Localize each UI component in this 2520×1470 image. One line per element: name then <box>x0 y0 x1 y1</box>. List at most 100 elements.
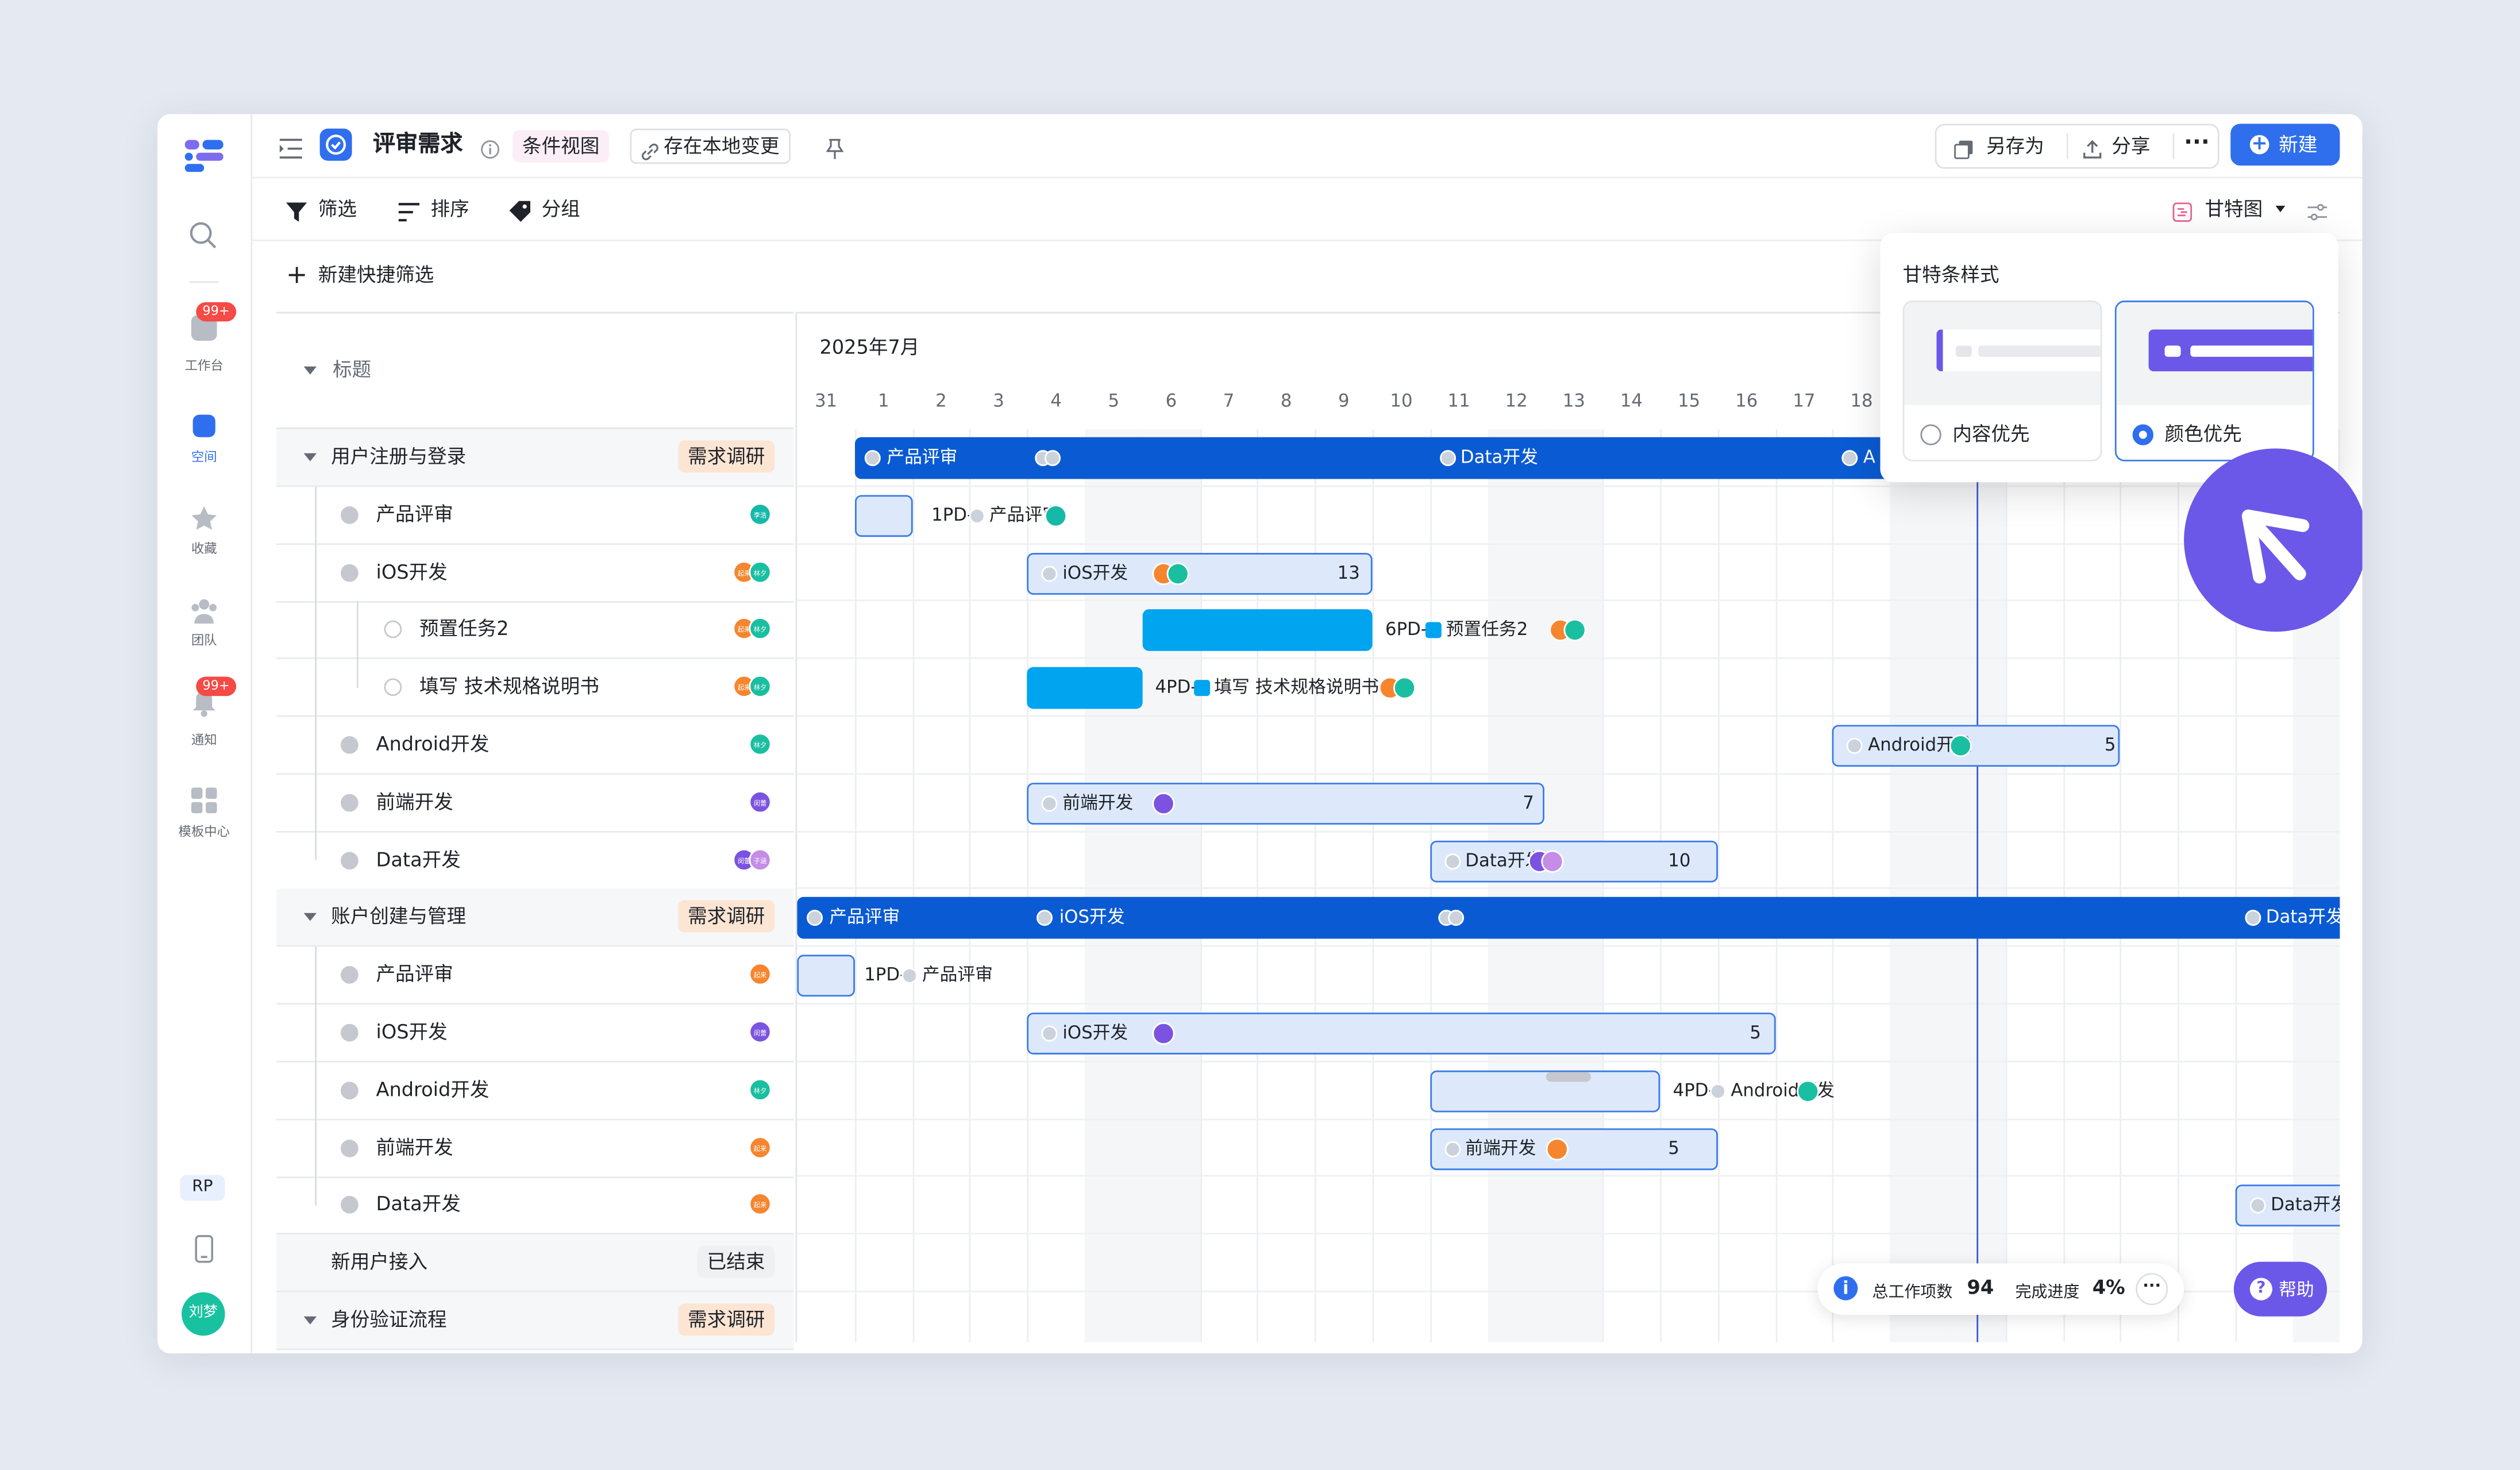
assignee-avatar[interactable]: 林夕 <box>749 560 772 583</box>
more-icon[interactable]: ··· <box>2184 132 2210 159</box>
table-row[interactable]: 产品评审 李浩 <box>276 487 794 545</box>
sort-button[interactable]: 排序 <box>398 193 469 225</box>
assignee-avatar[interactable]: 起来 <box>749 1136 772 1159</box>
table-row[interactable]: iOS开发 闵蕾 <box>276 1005 794 1063</box>
status-tag[interactable]: 需求调研 <box>678 901 775 933</box>
status-dot[interactable] <box>340 794 359 811</box>
table-row[interactable]: 前端开发 闵蕾 <box>276 775 794 833</box>
status-dot[interactable] <box>1710 1083 1726 1099</box>
status-dot[interactable] <box>968 507 985 524</box>
nav-item-workbench[interactable]: 工作台 <box>157 357 251 375</box>
status-dot[interactable] <box>340 851 359 869</box>
info-icon[interactable] <box>480 135 500 159</box>
task-title[interactable]: iOS开发 <box>376 557 447 586</box>
template-icon[interactable] <box>191 787 217 814</box>
task-title[interactable]: 填写 技术规格说明书 <box>419 672 599 701</box>
collapse-icon[interactable] <box>303 1316 317 1325</box>
pin-icon[interactable] <box>826 135 844 159</box>
assignee-avatar[interactable]: 起来 <box>749 1193 772 1216</box>
group-row[interactable]: 新用户接入 已结束 <box>276 1234 794 1293</box>
task-title[interactable]: 前端开发 <box>376 787 453 816</box>
group-button[interactable]: 分组 <box>509 193 580 225</box>
status-tag[interactable]: 需求调研 <box>678 440 775 473</box>
status-tag[interactable]: 需求调研 <box>678 1303 775 1336</box>
group-row[interactable]: 身份验证流程 需求调研 <box>276 1292 794 1350</box>
table-row[interactable]: Data开发 闵蕾 子涵 <box>276 832 794 890</box>
nav-item-templates[interactable]: 模板中心 <box>157 823 251 841</box>
nav-item-favorites[interactable]: 收藏 <box>157 540 251 558</box>
more-icon[interactable]: ··· <box>2136 1273 2168 1306</box>
assignee-avatar[interactable]: 闵蕾 <box>749 1021 772 1044</box>
task-bar[interactable] <box>797 955 855 997</box>
status-dot[interactable] <box>384 678 402 696</box>
status-dot[interactable] <box>901 968 918 984</box>
settings-sliders-icon[interactable] <box>2307 198 2328 221</box>
table-row[interactable]: 前端开发 起来 <box>276 1119 794 1178</box>
app-logo-icon[interactable] <box>184 140 224 172</box>
group-row[interactable]: 账户创建与管理 需求调研 <box>276 889 794 948</box>
nav-item-team[interactable]: 团队 <box>157 632 251 649</box>
content-first-option[interactable]: 内容优先 <box>1902 301 2102 461</box>
mobile-icon[interactable] <box>194 1234 214 1263</box>
task-bar[interactable] <box>1027 667 1143 710</box>
quick-filter-button[interactable]: + 新建快捷筛选 <box>286 259 434 291</box>
search-icon[interactable] <box>190 222 217 249</box>
assignee-avatar[interactable] <box>1151 792 1175 815</box>
assignee-avatar[interactable]: 起来 <box>749 963 772 986</box>
status-tag[interactable]: 已结束 <box>697 1246 775 1279</box>
table-row[interactable]: Android开发 林夕 <box>276 1062 794 1120</box>
group-row[interactable]: 用户注册与登录 需求调研 <box>276 429 794 487</box>
task-title[interactable]: Android开发 <box>376 1075 489 1104</box>
task-title[interactable]: iOS开发 <box>376 1018 447 1046</box>
task-title[interactable]: Data开发 <box>376 1190 460 1219</box>
status-dot[interactable] <box>1041 795 1058 811</box>
status-dot[interactable] <box>340 506 359 524</box>
assignee-avatar[interactable]: 林夕 <box>749 1078 772 1101</box>
status-dot[interactable] <box>340 1081 359 1099</box>
content-first-radio[interactable] <box>1920 424 1941 445</box>
status-dot[interactable] <box>384 621 402 639</box>
column-title-header[interactable]: 标题 <box>333 355 371 383</box>
collapse-all-icon[interactable] <box>303 366 317 375</box>
help-button[interactable]: ? 帮助 <box>2233 1261 2328 1317</box>
task-bar[interactable] <box>1027 1013 1775 1055</box>
assignee-avatar[interactable] <box>1166 561 1189 584</box>
filter-button[interactable]: 筛选 <box>286 193 357 225</box>
status-dot[interactable] <box>864 450 881 467</box>
nav-item-notifications[interactable]: 通知 <box>157 732 251 749</box>
new-button[interactable]: + 新建 <box>2230 124 2340 166</box>
color-first-option[interactable]: 颜色优先 <box>2114 301 2314 461</box>
status-dot[interactable] <box>340 736 359 754</box>
status-dot[interactable] <box>340 1196 359 1214</box>
task-title[interactable]: 产品评审 <box>376 960 453 988</box>
task-bar[interactable] <box>1429 1070 1660 1112</box>
save-as-button[interactable]: 另存为 <box>1954 130 2044 163</box>
summary-bar[interactable] <box>854 437 1948 479</box>
sidebar-toggle-icon[interactable] <box>279 135 302 159</box>
task-title[interactable]: Android开发 <box>376 730 489 759</box>
task-bar[interactable] <box>854 494 912 537</box>
task-title[interactable]: Data开发 <box>376 845 460 873</box>
share-button[interactable]: 分享 <box>2083 130 2150 163</box>
status-dot[interactable] <box>1444 1140 1461 1157</box>
star-icon[interactable] <box>190 505 218 533</box>
assignee-avatar[interactable] <box>1949 734 1972 757</box>
horizontal-scrollbar[interactable] <box>1546 1072 1592 1082</box>
assignee-avatar[interactable]: 林夕 <box>749 733 772 756</box>
collapse-icon[interactable] <box>303 453 317 461</box>
summary-bar[interactable] <box>797 897 2340 940</box>
color-first-radio[interactable] <box>2132 424 2153 445</box>
assignee-avatar[interactable]: 李浩 <box>749 502 772 526</box>
table-row[interactable]: iOS开发 起来 林夕 <box>276 544 794 602</box>
view-switcher[interactable]: 甘特图 <box>2172 193 2286 225</box>
status-dot[interactable] <box>340 966 359 984</box>
assignee-avatar[interactable] <box>1393 677 1416 700</box>
status-dot[interactable] <box>340 563 359 582</box>
collapse-icon[interactable] <box>303 913 317 922</box>
table-row[interactable]: 填写 技术规格说明书 起来 林夕 <box>276 659 794 717</box>
assignee-avatar[interactable] <box>1151 1022 1175 1045</box>
assignee-avatar[interactable]: 子涵 <box>749 848 772 871</box>
space-icon[interactable] <box>192 414 215 437</box>
task-title[interactable]: 前端开发 <box>376 1133 453 1161</box>
assignee-avatar[interactable]: 闵蕾 <box>749 790 772 813</box>
